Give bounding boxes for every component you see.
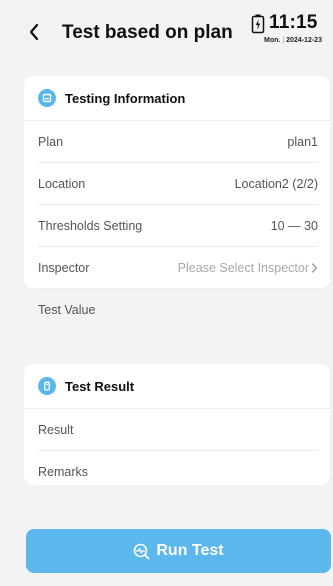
test-value-row[interactable]: Test Value bbox=[38, 289, 318, 330]
chevron-right-icon bbox=[311, 262, 318, 273]
status-bar: 11:15 Mon. | 2024-12-23 bbox=[251, 12, 329, 52]
plan-value: plan1 bbox=[287, 134, 318, 149]
test-result-card: Test Result Result Remarks bbox=[24, 364, 330, 485]
chevron-left-icon bbox=[29, 23, 39, 41]
remarks-row[interactable]: Remarks bbox=[38, 451, 318, 492]
location-label: Location bbox=[38, 176, 86, 191]
location-row: Location Location2 (2/2) bbox=[38, 163, 318, 205]
result-label: Result bbox=[38, 422, 74, 437]
date-label: 2024-12-23 bbox=[286, 37, 322, 44]
thresholds-row: Thresholds Setting 10 — 30 bbox=[38, 205, 318, 247]
testing-information-header: Testing Information bbox=[24, 76, 330, 121]
test-result-header: Test Result bbox=[24, 364, 330, 409]
inspector-row[interactable]: Inspector Please Select Inspector bbox=[38, 247, 318, 289]
card-title: Testing Information bbox=[65, 90, 186, 106]
day-label: Mon. bbox=[264, 37, 281, 44]
battery-charging-icon bbox=[251, 14, 265, 34]
card-title: Test Result bbox=[65, 378, 135, 394]
test-value-label: Test Value bbox=[38, 302, 96, 317]
run-test-button[interactable]: Run Test bbox=[26, 529, 331, 573]
back-button[interactable] bbox=[24, 20, 44, 44]
thresholds-value: 10 — 30 bbox=[270, 218, 318, 233]
page-title: Test based on plan bbox=[62, 22, 233, 43]
inspector-select[interactable]: Please Select Inspector bbox=[178, 261, 318, 275]
testing-information-card: Testing Information Plan plan1 Location … bbox=[24, 76, 330, 317]
date-display: Mon. | 2024-12-23 bbox=[264, 37, 322, 44]
plan-row: Plan plan1 bbox=[38, 121, 318, 163]
run-test-icon bbox=[133, 543, 150, 560]
result-icon bbox=[38, 377, 56, 395]
inspector-label: Inspector bbox=[38, 260, 90, 275]
remarks-label: Remarks bbox=[38, 464, 89, 479]
result-row: Result bbox=[38, 409, 318, 451]
plan-label: Plan bbox=[38, 134, 64, 149]
info-icon bbox=[38, 89, 56, 107]
clock: 11:15 bbox=[269, 12, 318, 33]
header: Test based on plan 11:15 Mon. | 2024-12-23 bbox=[0, 0, 333, 70]
thresholds-label: Thresholds Setting bbox=[38, 218, 143, 233]
run-test-label: Run Test bbox=[156, 542, 224, 559]
inspector-placeholder: Please Select Inspector bbox=[177, 260, 309, 275]
location-value: Location2 (2/2) bbox=[234, 176, 318, 191]
